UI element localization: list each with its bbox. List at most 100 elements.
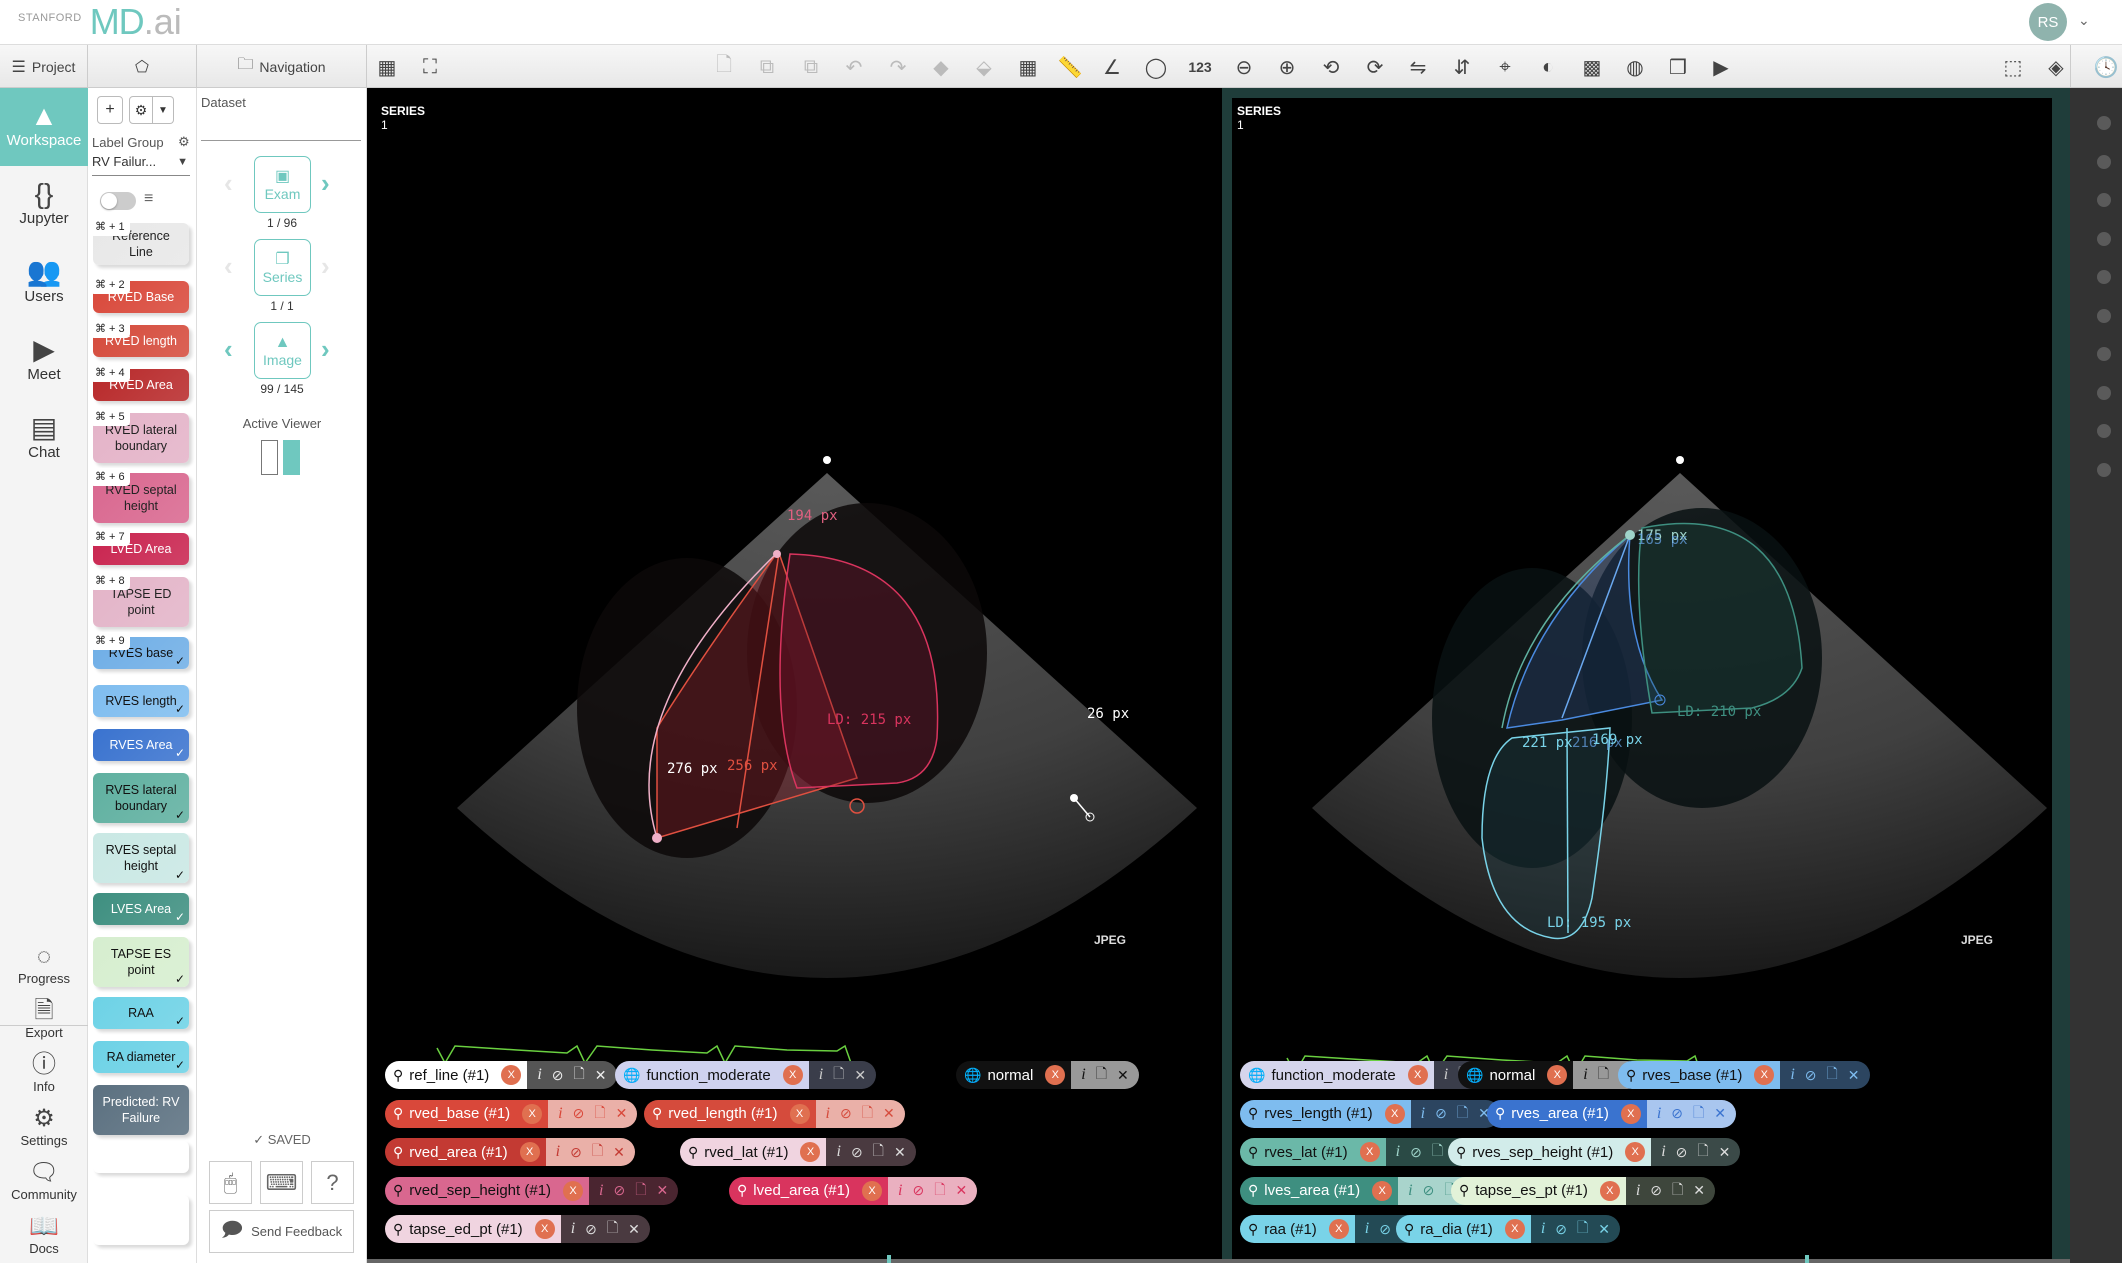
dither-button[interactable]: ◍ (1621, 53, 1649, 81)
label-button[interactable]: RVES Area ✓ (93, 729, 189, 761)
annotation-chip[interactable]: ⚲ rves_sep_height (#1) Xi ⊘ 🗋 ✕ (1448, 1138, 1741, 1166)
image-prev-button[interactable]: ‹ (224, 334, 233, 365)
hide-icon[interactable]: ⊘ (1435, 1105, 1447, 1122)
hide-icon[interactable]: ⊘ (1379, 1221, 1391, 1238)
image-scroll-thumb[interactable] (1805, 1255, 1809, 1263)
add-note-icon[interactable]: 🗋 (1577, 1217, 1588, 1241)
keyboard-shortcuts-button[interactable]: ⌨ (260, 1161, 303, 1204)
info-icon[interactable]: i (1790, 1066, 1794, 1084)
chevron-down-icon[interactable]: ⌄ (2078, 12, 2090, 29)
nav-docs[interactable]: 📖 Docs (0, 1213, 88, 1256)
remove-label-button[interactable]: X (534, 1219, 555, 1239)
remove-label-button[interactable]: X (800, 1142, 821, 1162)
remove-label-button[interactable]: X (1328, 1219, 1349, 1239)
add-note-icon[interactable]: 🗋 (574, 1063, 585, 1087)
label-button[interactable]: RVES length ✓ (93, 685, 189, 717)
remove-label-button[interactable]: X (1384, 1103, 1405, 1124)
annotation-chip[interactable]: ⚲ lved_area (#1) Xi ⊘ 🗋 ✕ (729, 1176, 978, 1205)
add-note-icon[interactable]: 🗋 (607, 1217, 618, 1241)
info-icon[interactable]: i (537, 1066, 541, 1084)
add-label-button[interactable]: + (97, 96, 123, 124)
close-icon[interactable]: ✕ (1848, 1067, 1860, 1084)
remove-label-button[interactable]: X (1407, 1065, 1428, 1085)
hide-icon[interactable]: ⊘ (1423, 1182, 1435, 1199)
image-scroll-thumb[interactable] (887, 1255, 891, 1263)
label-button[interactable]: Quality: Bad (93, 1141, 189, 1173)
series-prev-button[interactable]: ‹ (224, 251, 233, 282)
label-button[interactable]: Predicted: RV Failure (93, 1085, 189, 1135)
user-avatar[interactable]: RS (2029, 3, 2067, 41)
panel-dot-button[interactable] (2097, 462, 2111, 477)
redo-button[interactable]: ↷ (884, 53, 912, 81)
annotation-chip-label-area[interactable]: ⚲ rved_base (#1) X (385, 1099, 549, 1128)
remove-label-button[interactable]: X (782, 1065, 803, 1085)
clear-fill-button[interactable]: ◆ (927, 53, 955, 81)
hide-icon[interactable]: ⊘ (1650, 1182, 1662, 1199)
hide-icon[interactable]: ⊘ (573, 1105, 585, 1122)
viewer-2[interactable]: SERIES 1 175 px 165 px 221 px 216 px 169… (1222, 88, 2070, 1263)
nav-jupyter[interactable]: {} Jupyter (0, 178, 88, 227)
close-icon[interactable]: ✕ (1719, 1144, 1731, 1161)
remove-label-button[interactable]: X (1504, 1219, 1525, 1239)
annotation-chip-label-area[interactable]: ⚲ ra_dia (#1) X (1396, 1215, 1531, 1243)
info-icon[interactable]: i (1365, 1220, 1369, 1238)
annotation-chip[interactable]: ⚲ tapse_es_pt (#1) Xi ⊘ 🗋 ✕ (1451, 1176, 1716, 1205)
zoom-out-button[interactable]: ⊖ (1230, 53, 1258, 81)
add-note-icon[interactable]: 🗋 (1598, 1063, 1609, 1087)
annotation-chip-label-area[interactable]: 🌐 normal X (956, 1061, 1072, 1089)
panel-dot-button[interactable] (2097, 270, 2111, 284)
viewer-1[interactable]: SERIES 1 194 px 276 px 256 px LD: 215 px… (367, 88, 1222, 1263)
add-note-icon[interactable]: 🗋 (873, 1140, 884, 1164)
add-note-icon[interactable]: 🗋 (635, 1179, 646, 1203)
annotation-chip-label-area[interactable]: ⚲ rves_base (#1) X (1618, 1061, 1781, 1089)
info-icon[interactable]: i (599, 1182, 603, 1200)
close-icon[interactable]: ✕ (1598, 1221, 1610, 1238)
play-button[interactable]: ▶ (1707, 53, 1735, 81)
hide-icon[interactable]: ⊘ (585, 1221, 597, 1238)
nav-users[interactable]: 👥 Users (0, 256, 88, 305)
annotation-chip[interactable]: ⚲ tapse_ed_pt (#1) Xi ⊘ 🗋 ✕ (385, 1215, 650, 1243)
panel-dot-button[interactable] (2097, 347, 2111, 361)
info-icon[interactable]: i (1081, 1066, 1085, 1084)
panel-dot-button[interactable] (2097, 424, 2111, 438)
remove-label-button[interactable]: X (1620, 1103, 1641, 1124)
add-note-icon[interactable]: 🗋 (934, 1179, 945, 1203)
annotation-chip[interactable]: ⚲rves_lat (#1)Xi⊘🗋✕ (1240, 1138, 1475, 1166)
lasso-button[interactable]: ◯ (1142, 53, 1170, 81)
annotation-chip[interactable]: ⚲ ref_line (#1) Xi ⊘ 🗋 ✕ (385, 1061, 617, 1089)
copy-in-button[interactable]: ⧉ (753, 53, 781, 81)
annotation-point[interactable] (773, 550, 781, 558)
panel-dot-button[interactable] (2097, 116, 2111, 130)
add-note-icon[interactable]: 🗋 (1096, 1063, 1107, 1087)
tab-navigation[interactable]: 🗀 Navigation (197, 45, 367, 88)
annotation-point[interactable] (652, 833, 662, 843)
layout-grid-button[interactable]: ▦ (373, 53, 401, 81)
close-icon[interactable]: ✕ (628, 1221, 640, 1238)
nav-settings[interactable]: ⚙ Settings (0, 1105, 88, 1148)
hide-icon[interactable]: ⊘ (1410, 1144, 1422, 1161)
annotation-chip[interactable]: ⚲ rves_base (#1) Xi ⊘ 🗋 ✕ (1618, 1061, 1870, 1089)
info-icon[interactable]: i (1421, 1105, 1425, 1123)
remove-label-button[interactable]: X (1372, 1180, 1393, 1201)
image-next-button[interactable]: › (321, 334, 330, 365)
annotation-chip-label-area[interactable]: ⚲ tapse_es_pt (#1) X (1451, 1176, 1626, 1205)
remove-label-button[interactable]: X (1599, 1180, 1620, 1201)
add-note-icon[interactable]: 🗋 (833, 1063, 844, 1087)
label-toggle[interactable] (100, 192, 136, 210)
close-icon[interactable]: ✕ (854, 1067, 866, 1084)
annotation-chip[interactable]: ⚲ rved_area (#1) Xi ⊘ 🗋 ✕ (385, 1138, 635, 1166)
label-dropdown-button[interactable]: ▼ (153, 96, 174, 124)
label-button[interactable]: RVES septal height ✓ (93, 833, 189, 883)
nav-workspace[interactable]: ▲ Workspace (0, 88, 88, 166)
hide-icon[interactable]: ⊘ (570, 1144, 582, 1161)
exam-prev-button[interactable]: ‹ (224, 168, 233, 199)
viewer-2-canvas[interactable]: SERIES 1 175 px 165 px 221 px 216 px 169… (1232, 98, 2052, 1263)
add-note-icon[interactable]: 🗋 (862, 1102, 873, 1126)
contrast-button[interactable]: ◐ (1534, 53, 1562, 81)
annotation-chip[interactable]: ⚲ ra_dia (#1) Xi ⊘ 🗋 ✕ (1396, 1215, 1620, 1243)
label-settings-button[interactable]: ⚙ (129, 96, 153, 124)
panel-dot-button[interactable] (2097, 231, 2111, 246)
hide-icon[interactable]: ⊘ (1676, 1144, 1688, 1161)
angle-button[interactable]: ∠ (1098, 53, 1126, 81)
remove-label-button[interactable]: X (1359, 1142, 1380, 1162)
